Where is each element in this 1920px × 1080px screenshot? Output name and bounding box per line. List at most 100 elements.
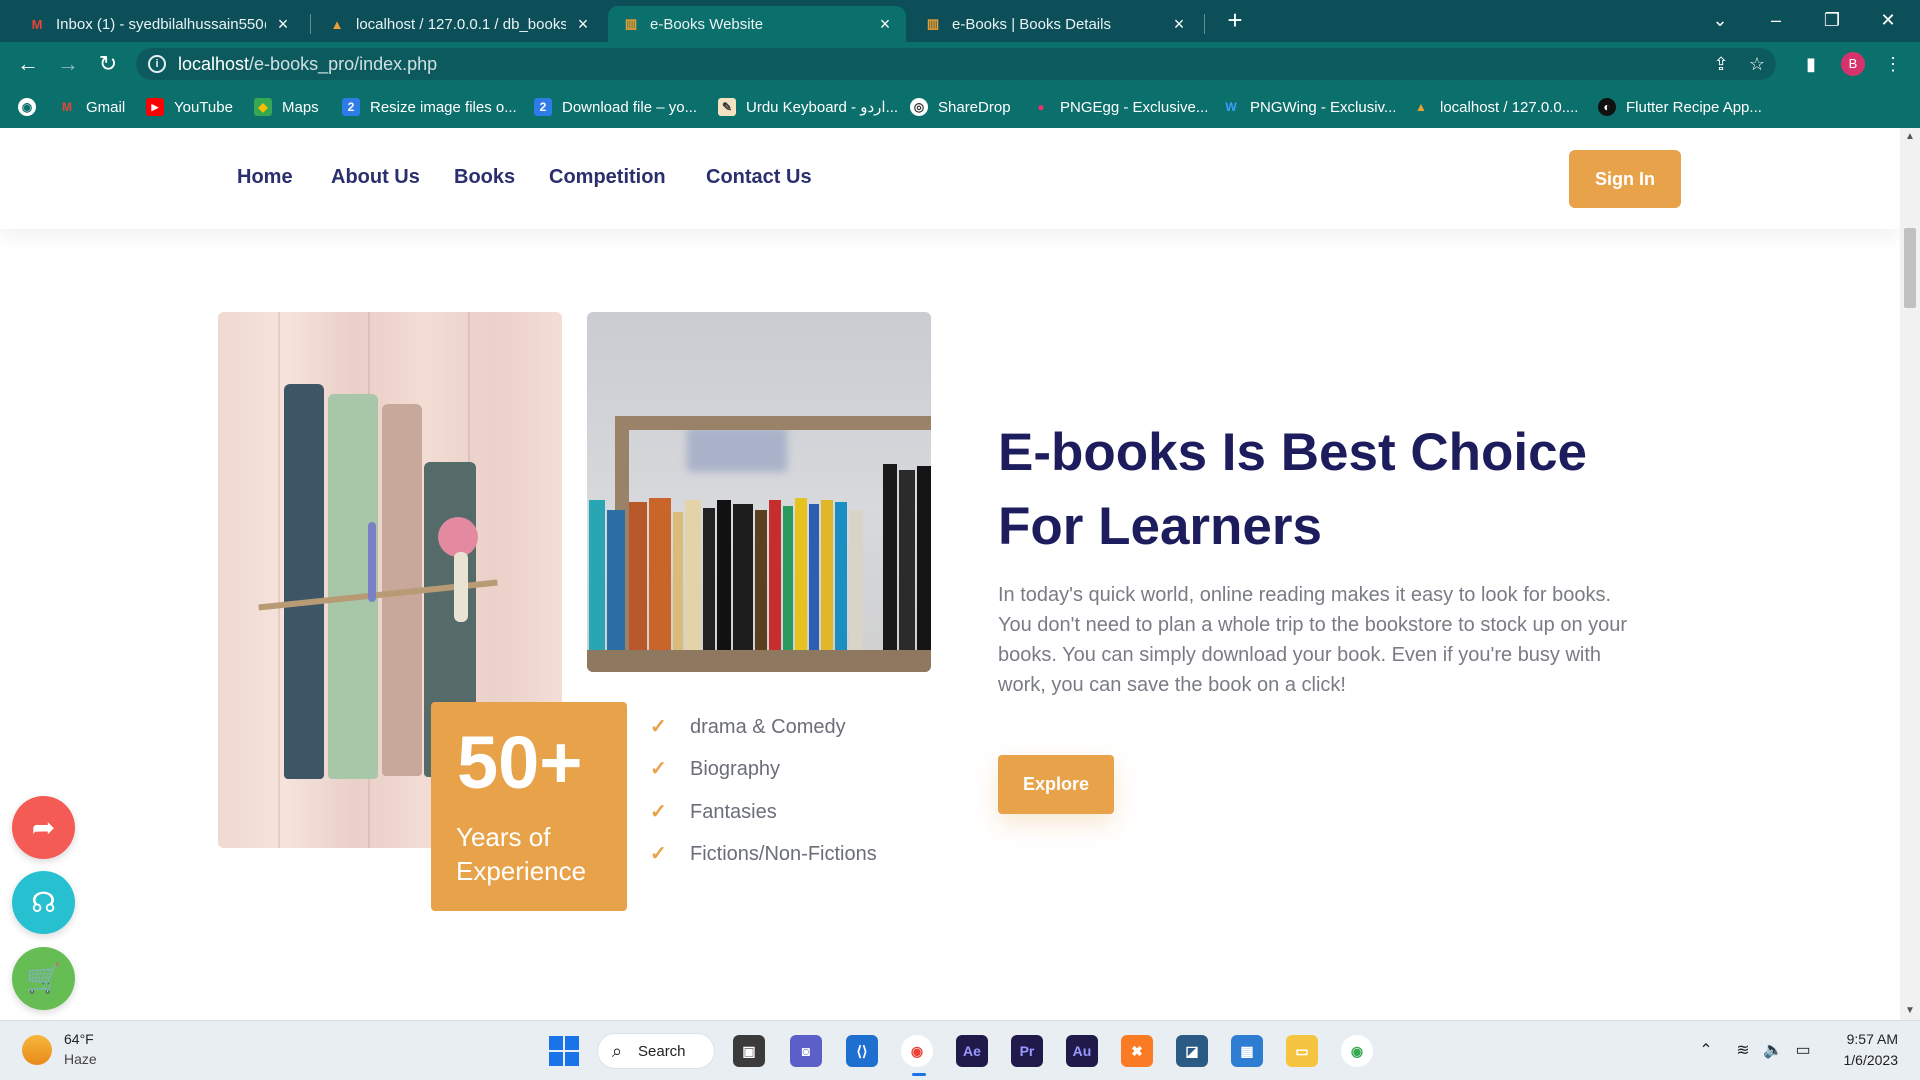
scrollbar-thumb[interactable] (1904, 228, 1916, 308)
close-window-button[interactable]: ✕ (1860, 0, 1916, 42)
tab-search-chevron-icon[interactable]: ⌄ (1692, 0, 1748, 42)
genre-item: ✓ drama & Comedy (650, 715, 846, 739)
nav-books[interactable]: Books (454, 166, 515, 189)
after-effects-icon[interactable]: Ae (956, 1035, 988, 1067)
tab-separator (1204, 14, 1205, 34)
nav-contact-us[interactable]: Contact Us (706, 166, 812, 189)
tab-ebooks-website[interactable]: ▥ e-Books Website × (608, 6, 906, 42)
audition-icon[interactable]: Au (1066, 1035, 1098, 1067)
menu-dots-icon[interactable]: ⋮ (1881, 52, 1905, 76)
bookmark-sharedrop[interactable]: ◎ ShareDrop (910, 96, 1011, 118)
sign-in-button[interactable]: Sign In (1569, 150, 1681, 208)
bookmarks-bar: ◉ M Gmail ▶ YouTube ◆ Maps 2 Resize image fi… (0, 86, 1920, 128)
number-2-icon: 2 (534, 98, 552, 116)
xampp-icon[interactable]: ✖ (1121, 1035, 1153, 1067)
check-icon: ✓ (650, 716, 667, 738)
microsoft-store-icon[interactable]: ▦ (1231, 1035, 1263, 1067)
nav-about-us[interactable]: About Us (331, 166, 420, 189)
book-icon: ▥ (624, 16, 638, 31)
taskbar-search[interactable]: ⌕ Search (597, 1033, 715, 1069)
tab-phpmyadmin[interactable]: ▲ localhost / 127.0.0.1 / db_books / × (314, 6, 604, 42)
experience-badge: 50+ Years of Experience (431, 702, 627, 911)
gmail-icon: M (62, 100, 72, 114)
vscode-icon[interactable]: ⟨⟩ (846, 1035, 878, 1067)
close-icon[interactable]: × (876, 15, 894, 33)
scroll-down-arrow-icon[interactable]: ▼ (1905, 1006, 1915, 1016)
url-text[interactable]: localhost/e-books_pro/index.php (178, 54, 437, 75)
minimize-button[interactable]: – (1748, 0, 1804, 42)
close-icon[interactable]: × (574, 15, 592, 33)
browser-toolbar: ← → ↻ i localhost/e-books_pro/index.php … (0, 42, 1920, 86)
bookmark-youtube[interactable]: ▶ YouTube (146, 96, 233, 118)
show-hidden-icons-chevron-icon[interactable]: ⌃ (1696, 1041, 1716, 1061)
site-navbar: Home About Us Books Competition Contact … (0, 128, 1900, 229)
nav-home[interactable]: Home (237, 166, 293, 189)
task-view-icon[interactable]: ▣ (733, 1035, 765, 1067)
scroll-up-arrow-icon[interactable]: ▲ (1905, 132, 1915, 142)
tab-ebooks-details[interactable]: ▥ e-Books | Books Details × (910, 6, 1200, 42)
bookmark-pngwing[interactable]: W PNGWing - Exclusiv... (1222, 96, 1396, 118)
share-fab-icon[interactable]: ➦ (12, 796, 75, 859)
share-icon[interactable]: ⇪ (1710, 53, 1732, 75)
chrome-icon[interactable]: ◉ (901, 1035, 933, 1067)
search-icon: ⌕ (612, 1041, 623, 1061)
profile-avatar[interactable]: B (1841, 52, 1865, 76)
teams-chat-icon[interactable]: ◙ (790, 1035, 822, 1067)
windows-start-icon[interactable] (549, 1036, 579, 1066)
weather-desc[interactable]: Haze (64, 1051, 97, 1067)
close-icon[interactable]: × (274, 15, 292, 33)
clock-date[interactable]: 1/6/2023 (1836, 1052, 1899, 1068)
cart-icon[interactable]: 🛒 (12, 947, 75, 1010)
bookmark-localhost[interactable]: ▲ localhost / 127.0.0.... (1412, 96, 1578, 118)
bookshelf-photo (587, 312, 931, 672)
side-panel-icon[interactable]: ▮ (1799, 52, 1823, 76)
nav-competition[interactable]: Competition (549, 166, 666, 189)
tab-title: e-Books | Books Details (952, 15, 1111, 33)
bookmark-resize-image[interactable]: 2 Resize image files o... (342, 96, 517, 118)
back-arrow-icon[interactable]: ← (14, 50, 42, 78)
genre-item: ✓ Biography (650, 757, 781, 781)
tab-title: localhost / 127.0.0.1 / db_books / (356, 15, 566, 33)
bookmark-star-icon[interactable]: ☆ (1746, 53, 1768, 75)
gmail-icon: M (31, 16, 43, 32)
maps-icon: ◆ (254, 98, 272, 116)
explore-button[interactable]: Explore (998, 755, 1114, 814)
page-scrollbar[interactable]: ▲ ▼ (1900, 128, 1920, 1020)
volume-icon[interactable]: 🔈 (1763, 1041, 1783, 1061)
address-bar[interactable]: i localhost/e-books_pro/index.php ⇪ ☆ (136, 48, 1776, 80)
hero-title: E-books Is Best Choice For Learners (998, 423, 1588, 556)
chrome-profile-icon[interactable]: ◉ (1341, 1035, 1373, 1067)
bookmark-download-file[interactable]: 2 Download file – yo... (534, 96, 697, 118)
bookmark-pngegg[interactable]: ● PNGEgg - Exclusive... (1032, 96, 1208, 118)
close-icon[interactable]: × (1170, 15, 1188, 33)
book-icon: ▥ (926, 16, 940, 31)
windows-taskbar: 64°F Haze ⌕ Search ▣ ◙ ⟨⟩ ◉ Ae Pr Au ✖ ◪… (0, 1020, 1920, 1080)
battery-icon[interactable]: ▭ (1793, 1041, 1813, 1061)
reload-icon[interactable]: ↻ (94, 50, 122, 78)
sharedrop-icon: ◎ (910, 98, 928, 116)
pngegg-icon: ● (1037, 100, 1045, 114)
restore-button[interactable]: ❐ (1804, 0, 1860, 42)
check-icon: ✓ (650, 843, 667, 865)
mysql-workbench-icon[interactable]: ◪ (1176, 1035, 1208, 1067)
tab-separator (310, 14, 311, 34)
bookmark-maps[interactable]: ◆ Maps (254, 96, 319, 118)
site-info-icon[interactable]: i (148, 55, 166, 73)
tab-gmail[interactable]: M Inbox (1) - syedbilalhussain550@ × (14, 6, 304, 42)
phpmyadmin-icon: ▲ (1415, 100, 1427, 114)
forward-arrow-icon[interactable]: → (54, 50, 82, 78)
weather-temp[interactable]: 64°F (64, 1031, 94, 1047)
support-headset-icon[interactable]: ☊ (12, 871, 75, 934)
number-2-icon: 2 (342, 98, 360, 116)
new-tab-button[interactable]: + (1222, 7, 1248, 34)
apps-globe-icon[interactable]: ◉ (18, 96, 46, 118)
bookmark-gmail[interactable]: M Gmail (58, 96, 125, 118)
file-explorer-icon[interactable]: ▭ (1286, 1035, 1318, 1067)
wifi-icon[interactable]: ≋ (1733, 1041, 1753, 1061)
genre-item: ✓ Fictions/Non-Fictions (650, 842, 877, 866)
clock-time[interactable]: 9:57 AM (1840, 1031, 1898, 1047)
bookmark-urdu-keyboard[interactable]: ✎ Urdu Keyboard - اردو... (718, 96, 898, 118)
weather-haze-icon[interactable] (22, 1035, 52, 1065)
bookmark-flutter-recipe[interactable]: ◐ Flutter Recipe App... (1598, 96, 1762, 118)
premiere-pro-icon[interactable]: Pr (1011, 1035, 1043, 1067)
